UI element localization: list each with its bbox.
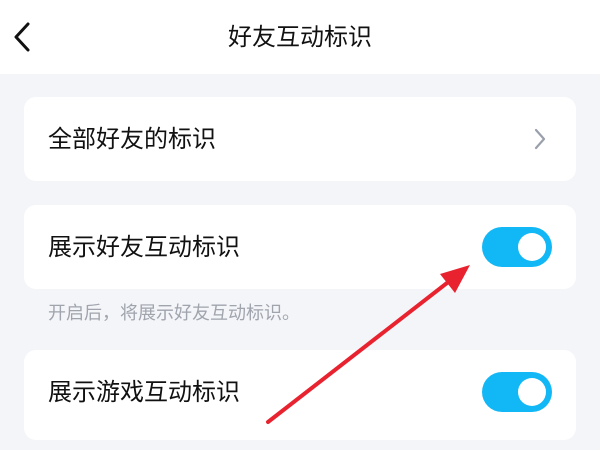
game-interaction-toggle[interactable] <box>482 372 552 412</box>
friend-interaction-toggle[interactable] <box>482 227 552 267</box>
toggle-knob <box>518 233 546 261</box>
top-bar: 好友互动标识 <box>0 0 600 74</box>
chevron-right-icon <box>534 128 546 150</box>
row-label: 展示好友互动标识 <box>48 233 240 261</box>
show-friend-interaction-row: 展示好友互动标识 <box>24 205 576 289</box>
toggle-knob <box>518 378 546 406</box>
friend-interaction-hint: 开启后，将展示好友互动标识。 <box>48 303 300 324</box>
row-label: 展示游戏互动标识 <box>48 378 240 406</box>
show-game-interaction-row: 展示游戏互动标识 <box>24 350 576 440</box>
all-friends-marks-row[interactable]: 全部好友的标识 <box>24 97 576 181</box>
page-title: 好友互动标识 <box>228 23 372 51</box>
row-label: 全部好友的标识 <box>48 125 216 153</box>
